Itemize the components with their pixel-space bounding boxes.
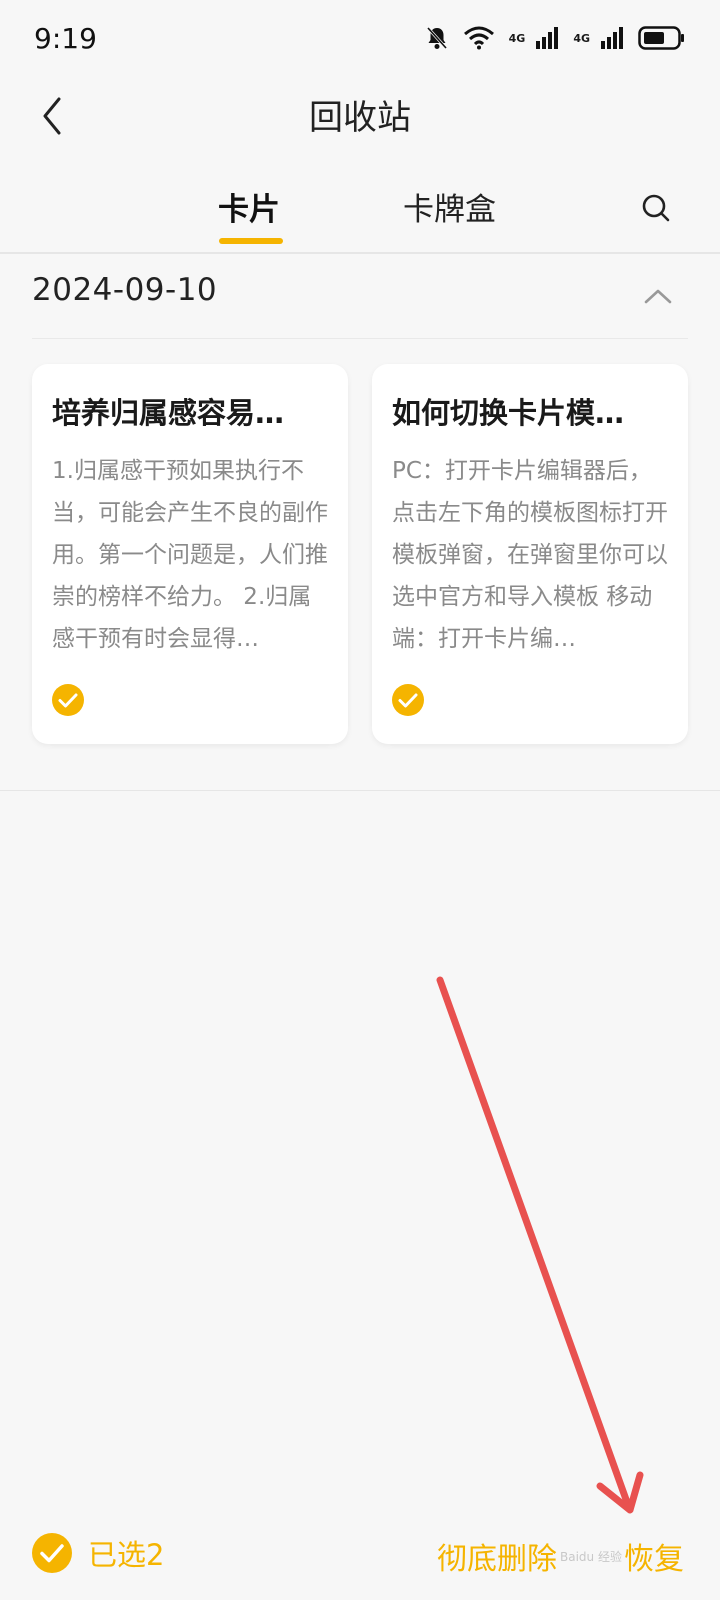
- status-time: 9:19: [34, 21, 97, 55]
- signal-icon: [600, 27, 624, 49]
- network-type-label: 4G: [508, 31, 526, 45]
- card-item[interactable]: 培养归属感容易… 1.归属感干预如果执行不当，可能会产生不良的副作用。第一个问题…: [32, 364, 348, 744]
- network-type-label: 4G: [573, 31, 590, 45]
- battery-icon: [638, 26, 686, 50]
- tab-cards[interactable]: 卡片: [218, 184, 280, 229]
- card-item[interactable]: 如何切换卡片模… PC：打开卡片编辑器后，点击左下角的模板图标打开模板弹窗，在弹…: [372, 364, 688, 744]
- status-bar: 9:19 4G 4G: [0, 0, 720, 76]
- delete-permanently-button[interactable]: 彻底删除: [437, 1534, 557, 1578]
- selected-count: 已选2: [88, 1538, 165, 1572]
- tabs-bar: 卡片 卡牌盒: [0, 170, 720, 254]
- active-tab-indicator: [219, 238, 283, 244]
- restore-button[interactable]: 恢复: [624, 1534, 684, 1578]
- signal-icon: [535, 27, 559, 49]
- section-divider: [0, 790, 720, 791]
- collapse-button[interactable]: [638, 276, 678, 316]
- title-bar: 回收站: [0, 76, 720, 156]
- card-title: 如何切换卡片模…: [392, 396, 625, 430]
- tab-card-decks[interactable]: 卡牌盒: [403, 184, 496, 229]
- check-circle-icon[interactable]: [392, 684, 424, 716]
- date-group-header[interactable]: 2024-09-10: [32, 254, 688, 339]
- page-title: 回收站: [309, 98, 411, 138]
- card-preview: PC：打开卡片编辑器后，点击左下角的模板图标打开模板弹窗，在弹窗里你可以选中官方…: [392, 458, 668, 652]
- watermark: Baidu 经验: [560, 1550, 622, 1564]
- wifi-icon: [463, 26, 495, 50]
- cards-grid: 培养归属感容易… 1.归属感干预如果执行不当，可能会产生不良的副作用。第一个问题…: [32, 364, 688, 744]
- select-all-toggle[interactable]: 已选2: [32, 1532, 164, 1574]
- card-preview: 1.归属感干预如果执行不当，可能会产生不良的副作用。第一个问题是，人们推崇的榜样…: [52, 458, 328, 652]
- check-circle-icon: [32, 1533, 72, 1573]
- bell-off-icon: [425, 25, 449, 51]
- search-button[interactable]: [636, 188, 676, 228]
- search-icon: [642, 194, 670, 222]
- card-title: 培养归属感容易…: [52, 396, 285, 430]
- status-icons: 4G 4G: [425, 25, 686, 51]
- chevron-up-icon: [644, 289, 672, 304]
- date-label: 2024-09-10: [32, 272, 218, 308]
- check-circle-icon[interactable]: [52, 684, 84, 716]
- date-group: 2024-09-10: [0, 254, 720, 339]
